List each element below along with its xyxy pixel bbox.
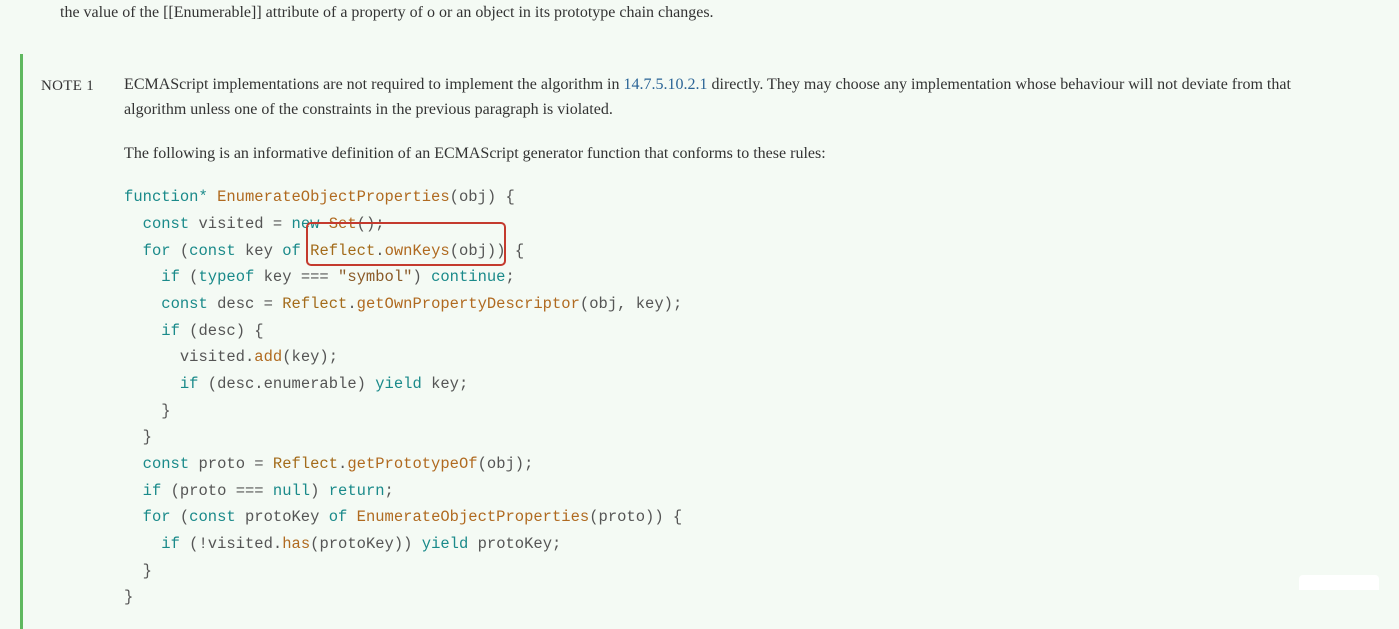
keyword: of <box>329 508 348 526</box>
identifier: desc <box>217 295 254 313</box>
keyword: typeof <box>198 268 254 286</box>
identifier: key <box>431 375 459 393</box>
keyword: for <box>143 242 171 260</box>
note-paragraph-2: The following is an informative definiti… <box>124 141 1349 167</box>
method-name: getOwnPropertyDescriptor <box>357 295 580 313</box>
identifier: protoKey <box>319 535 393 553</box>
identifier: key <box>292 348 320 366</box>
keyword: const <box>189 242 236 260</box>
identifier: obj <box>459 188 487 206</box>
keyword: const <box>189 508 236 526</box>
method-name: ownKeys <box>385 242 450 260</box>
keyword: function* <box>124 188 208 206</box>
floating-widget[interactable] <box>1299 575 1379 590</box>
string-literal: "symbol" <box>338 268 412 286</box>
keyword: yield <box>422 535 469 553</box>
keyword: for <box>143 508 171 526</box>
identifier: key <box>636 295 664 313</box>
note-block: NOTE 1 ECMAScript implementations are no… <box>20 54 1379 629</box>
object-name: Reflect <box>310 242 375 260</box>
keyword: if <box>161 535 180 553</box>
code-block: function* EnumerateObjectProperties(obj)… <box>124 184 1349 611</box>
method-name: has <box>282 535 310 553</box>
method-name: add <box>254 348 282 366</box>
identifier: obj <box>487 455 515 473</box>
identifier: protoKey <box>245 508 319 526</box>
keyword: return <box>329 482 385 500</box>
partial-text-above: the value of the [[Enumerable]] attribut… <box>0 0 1399 26</box>
object-name: Reflect <box>273 455 338 473</box>
null-literal: null <box>273 482 310 500</box>
keyword: const <box>161 295 208 313</box>
identifier: proto <box>599 508 646 526</box>
keyword: if <box>161 268 180 286</box>
note-paragraph-1: ECMAScript implementations are not requi… <box>124 72 1349 123</box>
note-para1-pre: ECMAScript implementations are not requi… <box>124 76 623 93</box>
identifier: visited <box>180 348 245 366</box>
identifier: key <box>264 268 292 286</box>
fragment-text: the value of the [[Enumerable]] attribut… <box>60 4 714 21</box>
identifier: protoKey <box>478 535 552 553</box>
method-name: getPrototypeOf <box>347 455 477 473</box>
note-label: NOTE 1 <box>41 72 94 611</box>
object-name: Reflect <box>282 295 347 313</box>
identifier: obj <box>589 295 617 313</box>
function-name: EnumerateObjectProperties <box>357 508 590 526</box>
spec-section-link[interactable]: 14.7.5.10.2.1 <box>624 76 708 93</box>
class-name: Set <box>329 215 357 233</box>
keyword: if <box>180 375 199 393</box>
keyword: const <box>143 215 190 233</box>
keyword: if <box>161 322 180 340</box>
identifier: desc <box>198 322 235 340</box>
note-body: ECMAScript implementations are not requi… <box>124 72 1349 611</box>
function-name: EnumerateObjectProperties <box>217 188 450 206</box>
keyword: yield <box>375 375 422 393</box>
keyword: if <box>143 482 162 500</box>
identifier: visited <box>208 535 273 553</box>
identifier: key <box>245 242 273 260</box>
identifier: visited <box>198 215 263 233</box>
identifier: obj <box>459 242 487 260</box>
keyword: new <box>292 215 320 233</box>
identifier: desc <box>217 375 254 393</box>
keyword: continue <box>431 268 505 286</box>
identifier: proto <box>198 455 245 473</box>
keyword: of <box>282 242 301 260</box>
keyword: const <box>143 455 190 473</box>
identifier: proto <box>180 482 227 500</box>
identifier: enumerable <box>264 375 357 393</box>
